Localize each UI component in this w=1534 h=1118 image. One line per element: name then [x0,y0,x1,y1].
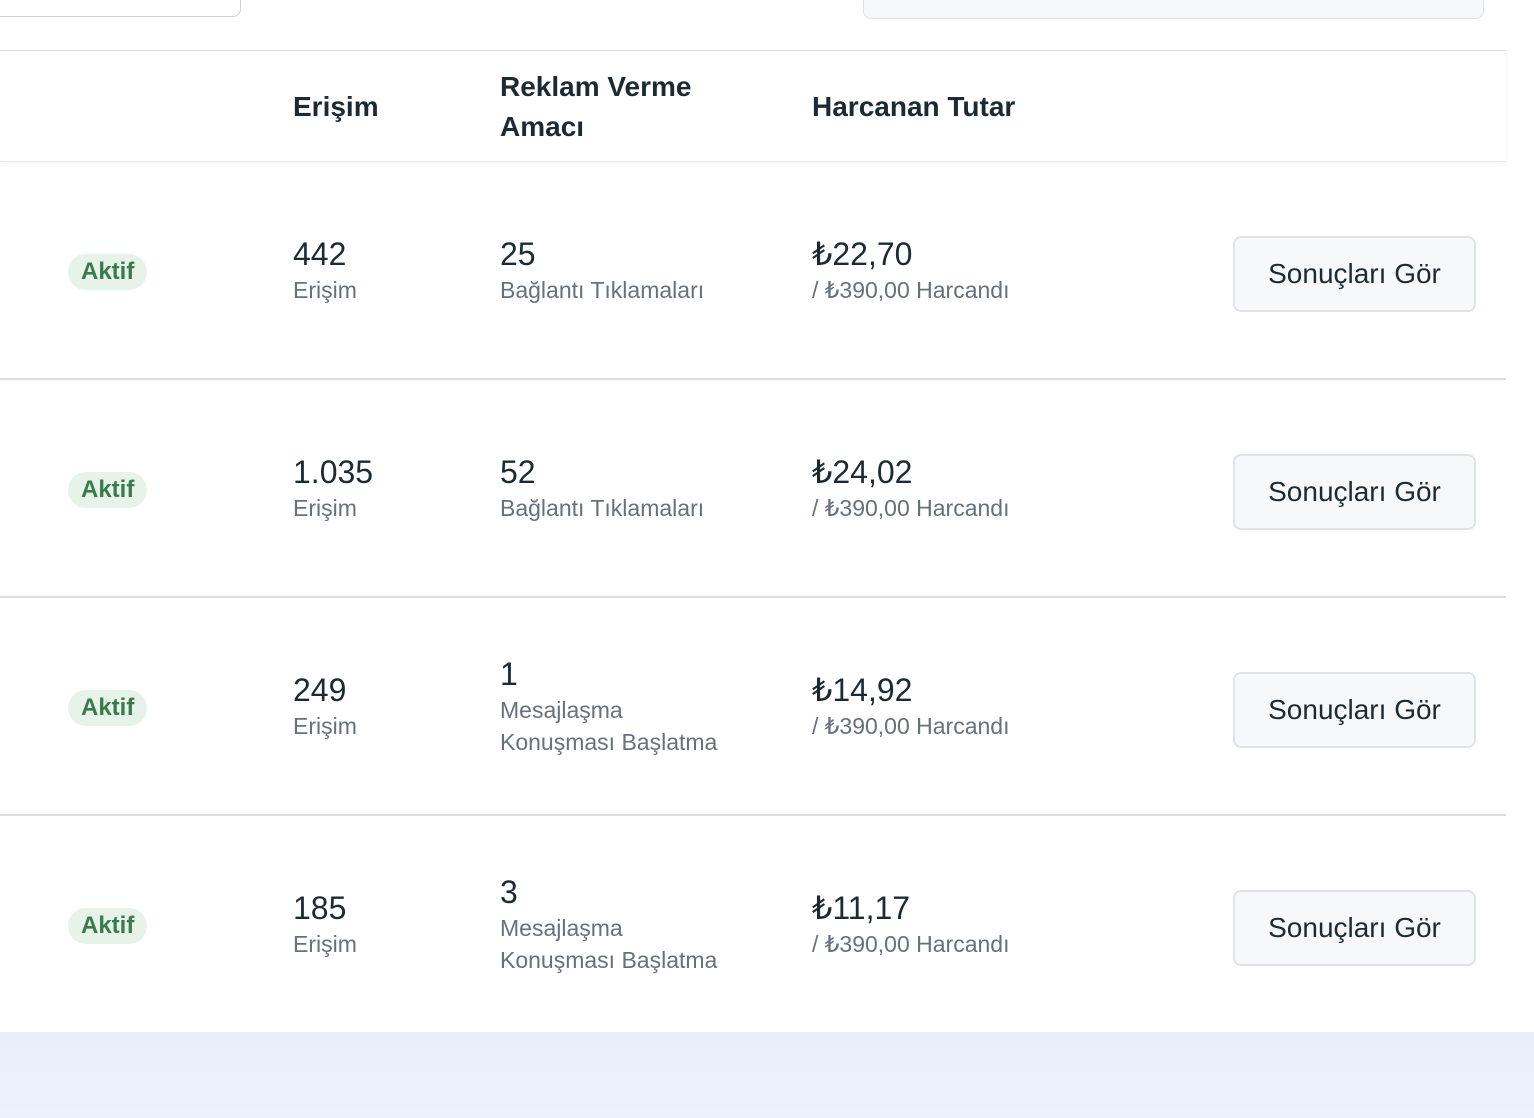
reach-cell: 249 Erişim [293,670,357,742]
table-row: Aktif 249 Erişim 1 Mesajlaşma Konuşması … [0,598,1506,816]
view-results-button[interactable]: Sonuçları Gör [1233,236,1476,312]
ads-results-page: Erişim Reklam Verme Amacı Harcanan Tutar… [0,0,1534,1118]
reach-label: Erişim [293,713,357,739]
status-badge: Aktif [68,908,148,944]
column-header-objective[interactable]: Reklam Verme Amacı [500,67,740,147]
objective-value: 3 [500,874,518,910]
spent-value: ₺14,92 [812,672,913,708]
objective-cell: 52 Bağlantı Tıklamaları [500,452,704,524]
view-results-button[interactable]: Sonuçları Gör [1233,890,1476,966]
reach-label: Erişim [293,931,357,957]
spent-cell: ₺24,02 / ₺390,00 Harcandı [812,452,1009,524]
reach-cell: 442 Erişim [293,234,357,306]
ads-table: Erişim Reklam Verme Amacı Harcanan Tutar… [0,50,1506,1034]
spent-cell: ₺11,17 / ₺390,00 Harcandı [812,888,1009,960]
spent-value: ₺11,17 [812,890,911,926]
spent-value: ₺24,02 [812,454,913,490]
column-header-spent[interactable]: Harcanan Tutar [812,87,1015,127]
spent-label: / ₺390,00 Harcandı [812,931,1010,957]
spent-label: / ₺390,00 Harcandı [812,277,1010,303]
table-header: Erişim Reklam Verme Amacı Harcanan Tutar [0,50,1506,162]
reach-cell: 1.035 Erişim [293,452,373,524]
spent-label: / ₺390,00 Harcandı [812,713,1010,739]
reach-value: 185 [293,890,347,926]
table-row: Aktif 1.035 Erişim 52 Bağlantı Tıklamala… [0,380,1506,598]
reach-value: 249 [293,672,347,708]
status-badge: Aktif [68,254,148,290]
objective-value: 1 [500,656,518,692]
objective-value: 25 [500,236,536,272]
view-results-button[interactable]: Sonuçları Gör [1233,672,1476,748]
objective-cell: 3 Mesajlaşma Konuşması Başlatma [500,872,740,976]
table-row: Aktif 442 Erişim 25 Bağlantı Tıklamaları… [0,162,1506,380]
status-badge: Aktif [68,472,148,508]
spent-label: / ₺390,00 Harcandı [812,495,1010,521]
spent-cell: ₺22,70 / ₺390,00 Harcandı [812,234,1009,306]
reach-label: Erişim [293,495,357,521]
objective-cell: 1 Mesajlaşma Konuşması Başlatma [500,654,740,758]
objective-label: Bağlantı Tıklamaları [500,495,705,521]
objective-label: Mesajlaşma Konuşması Başlatma [500,915,718,973]
objective-label: Mesajlaşma Konuşması Başlatma [500,697,718,755]
spent-cell: ₺14,92 / ₺390,00 Harcandı [812,670,1009,742]
objective-value: 52 [500,454,536,490]
column-header-reach[interactable]: Erişim [293,87,379,127]
reach-cell: 185 Erişim [293,888,357,960]
spent-value: ₺22,70 [812,236,913,272]
reach-label: Erişim [293,277,357,303]
filter-dropdown[interactable] [0,0,241,17]
objective-cell: 25 Bağlantı Tıklamaları [500,234,704,306]
reach-value: 442 [293,236,347,272]
status-badge: Aktif [68,690,148,726]
reach-value: 1.035 [293,454,374,490]
table-row: Aktif 185 Erişim 3 Mesajlaşma Konuşması … [0,816,1506,1034]
search-input[interactable] [863,0,1484,19]
page-footer-background [0,1032,1534,1118]
view-results-button[interactable]: Sonuçları Gör [1233,454,1476,530]
objective-label: Bağlantı Tıklamaları [500,277,705,303]
